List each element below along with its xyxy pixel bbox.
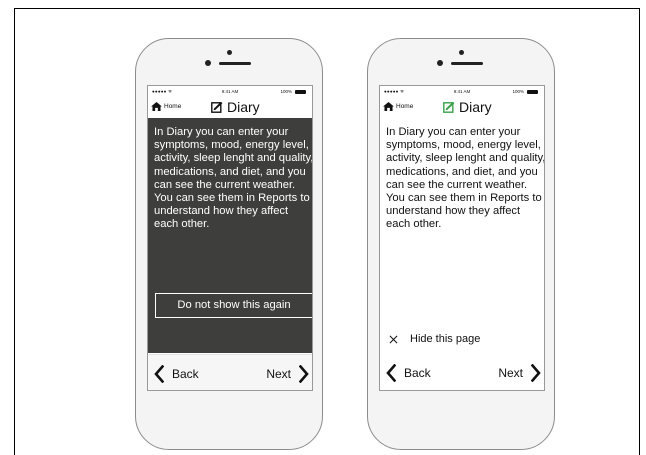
battery-icon	[295, 89, 306, 94]
diary-icon	[211, 101, 223, 113]
home-label: Home	[164, 103, 182, 110]
bottom-nav: Back Next	[380, 354, 544, 390]
nav-bar: Home Diary	[148, 98, 312, 118]
back-button[interactable]: Back	[386, 364, 431, 382]
hide-page-label: Hide this page	[410, 333, 481, 345]
page-title: Diary	[211, 99, 260, 115]
sensor	[205, 60, 211, 66]
next-label: Next	[266, 367, 291, 381]
phone-home-button	[444, 401, 480, 437]
phone-right: ●●●●● ᯤ 9:41 AM 100% Home Diary In Diary…	[367, 38, 555, 450]
home-icon	[151, 102, 162, 111]
battery-icon	[527, 89, 538, 94]
back-label: Back	[172, 367, 199, 381]
chevron-left-icon	[386, 364, 396, 382]
home-button[interactable]: Home	[151, 102, 181, 111]
chevron-right-icon	[299, 365, 309, 383]
home-icon	[383, 102, 394, 111]
home-button[interactable]: Home	[383, 102, 413, 111]
back-button[interactable]: Back	[154, 365, 199, 383]
speaker	[451, 62, 483, 65]
status-bar: ●●●●● ᯤ 9:41 AM 100%	[148, 86, 312, 97]
close-icon	[389, 335, 398, 343]
page-title-text: Diary	[459, 99, 492, 115]
page-title-text: Diary	[227, 99, 260, 115]
intro-overlay: In Diary you can enter your symptoms, mo…	[148, 118, 312, 353]
next-label: Next	[498, 366, 523, 380]
intro-text: In Diary you can enter your symptoms, mo…	[386, 126, 545, 231]
speaker	[219, 62, 251, 65]
home-label: Home	[396, 103, 414, 110]
phone-left: ●●●●● ᯤ 9:41 AM 100% Home Diary In Diary	[135, 38, 323, 450]
phone-home-button	[212, 401, 248, 437]
camera	[227, 50, 232, 55]
intro-text: In Diary you can enter your symptoms, mo…	[154, 126, 313, 231]
diary-icon	[443, 101, 455, 113]
next-button[interactable]: Next	[498, 364, 541, 382]
battery-percent: 100%	[512, 89, 524, 94]
chevron-left-icon	[154, 365, 164, 383]
page-title: Diary	[443, 99, 492, 115]
chevron-right-icon	[531, 364, 541, 382]
dont-show-again-button[interactable]: Do not show this again	[155, 293, 312, 318]
hide-page-button[interactable]: Hide this page	[389, 333, 480, 345]
bottom-nav: Back Next	[148, 354, 312, 390]
camera	[459, 50, 464, 55]
battery-percent: 100%	[280, 89, 292, 94]
sensor	[437, 60, 443, 66]
screen-right: ●●●●● ᯤ 9:41 AM 100% Home Diary In Diary…	[379, 85, 545, 391]
nav-bar: Home Diary	[380, 98, 544, 118]
status-bar: ●●●●● ᯤ 9:41 AM 100%	[380, 86, 544, 97]
next-button[interactable]: Next	[266, 365, 309, 383]
back-label: Back	[404, 366, 431, 380]
screen-left: ●●●●● ᯤ 9:41 AM 100% Home Diary In Diary	[147, 85, 313, 391]
